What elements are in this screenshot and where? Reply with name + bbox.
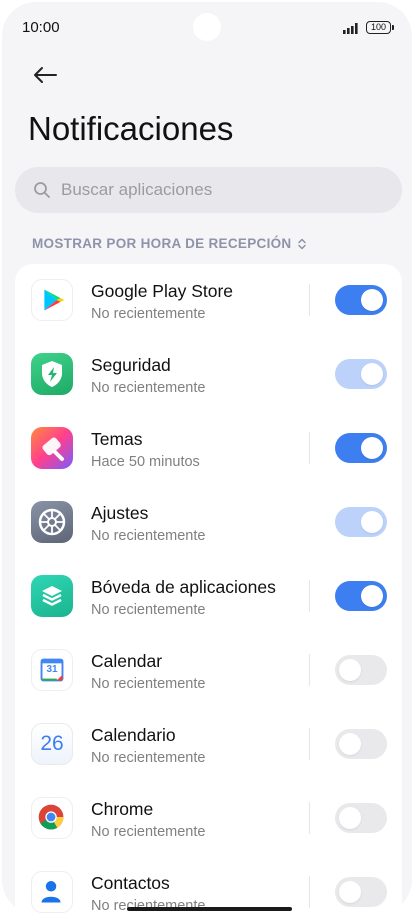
status-bar: 10:00 100 (2, 2, 412, 54)
app-name: Seguridad (91, 355, 171, 375)
calendar-day: 26 (40, 732, 64, 755)
arrow-left-icon (34, 67, 57, 83)
sort-updown-icon (298, 238, 307, 249)
app-row-chrome[interactable]: Chrome No recientemente (15, 782, 402, 856)
divider (309, 802, 310, 834)
app-last-notified: No recientemente (91, 380, 206, 396)
divider (309, 432, 310, 464)
notifications-toggle[interactable] (335, 285, 387, 315)
sort-selector[interactable]: MOSTRAR POR HORA DE RECEPCIÓN (32, 236, 307, 251)
divider (309, 284, 310, 316)
battery-icon: 100 (366, 21, 394, 34)
search-icon (34, 182, 50, 198)
app-row-calendar[interactable]: 31 Calendar No recientemente (15, 634, 402, 708)
app-name: Contactos (91, 873, 170, 893)
notifications-toggle[interactable] (335, 803, 387, 833)
notifications-toggle[interactable] (335, 877, 387, 907)
back-button[interactable] (28, 60, 62, 90)
app-last-notified: No recientemente (91, 528, 206, 544)
app-name: Google Play Store (91, 281, 234, 301)
sort-label: MOSTRAR POR HORA DE RECEPCIÓN (32, 236, 292, 251)
search-bar[interactable] (15, 167, 402, 213)
notifications-toggle[interactable] (335, 433, 387, 463)
status-time: 10:00 (22, 19, 60, 36)
notifications-toggle[interactable] (335, 655, 387, 685)
app-row-contactos[interactable]: Contactos No recientemente (15, 856, 402, 914)
notifications-toggle[interactable] (335, 729, 387, 759)
app-row-boveda-de-aplicaciones[interactable]: Bóveda de aplicaciones No recientemente (15, 560, 402, 634)
app-name: Ajustes (91, 503, 149, 523)
notifications-toggle[interactable] (335, 359, 387, 389)
app-row-seguridad[interactable]: Seguridad No recientemente (15, 338, 402, 412)
app-row-temas[interactable]: Temas Hace 50 minutos (15, 412, 402, 486)
app-name: Bóveda de aplicaciones (91, 577, 276, 597)
app-last-notified: Hace 50 minutos (91, 454, 200, 470)
notifications-toggle[interactable] (335, 507, 387, 537)
settings-gear-icon (31, 501, 73, 543)
search-input[interactable] (59, 179, 363, 201)
app-row-calendario[interactable]: 26 Calendario No recientemente (15, 708, 402, 782)
battery-level: 100 (370, 22, 387, 32)
chrome-icon (31, 797, 73, 839)
app-name: Calendario (91, 725, 176, 745)
app-last-notified: No recientemente (91, 750, 206, 766)
app-notification-list: Google Play Store No recientemente Segur… (15, 264, 402, 914)
divider (309, 876, 310, 908)
app-last-notified: No recientemente (91, 306, 206, 322)
app-vault-layers-icon (31, 575, 73, 617)
divider (309, 654, 310, 686)
divider (309, 728, 310, 760)
app-row-google-play-store[interactable]: Google Play Store No recientemente (15, 264, 402, 338)
app-name: Temas (91, 429, 143, 449)
divider (309, 580, 310, 612)
notifications-toggle[interactable] (335, 581, 387, 611)
camera-cutout (193, 13, 221, 41)
app-row-ajustes[interactable]: Ajustes No recientemente (15, 486, 402, 560)
app-last-notified: No recientemente (91, 676, 206, 692)
calendar-day: 31 (46, 664, 58, 675)
google-play-icon (31, 279, 73, 321)
contacts-person-icon (31, 871, 73, 913)
page-title: Notificaciones (28, 110, 234, 147)
home-indicator[interactable] (127, 907, 292, 911)
app-last-notified: No recientemente (91, 602, 206, 618)
app-last-notified: No recientemente (91, 898, 206, 914)
signal-icon (343, 23, 358, 34)
themes-brush-icon (31, 427, 73, 469)
google-calendar-icon: 31 (31, 649, 73, 691)
app-name: Chrome (91, 799, 154, 819)
phone-screen: 10:00 100 Notificaciones MOSTRAR POR HOR… (2, 2, 412, 914)
calendar-icon: 26 (31, 723, 73, 765)
app-last-notified: No recientemente (91, 824, 206, 840)
security-shield-icon (31, 353, 73, 395)
app-name: Calendar (91, 651, 163, 671)
